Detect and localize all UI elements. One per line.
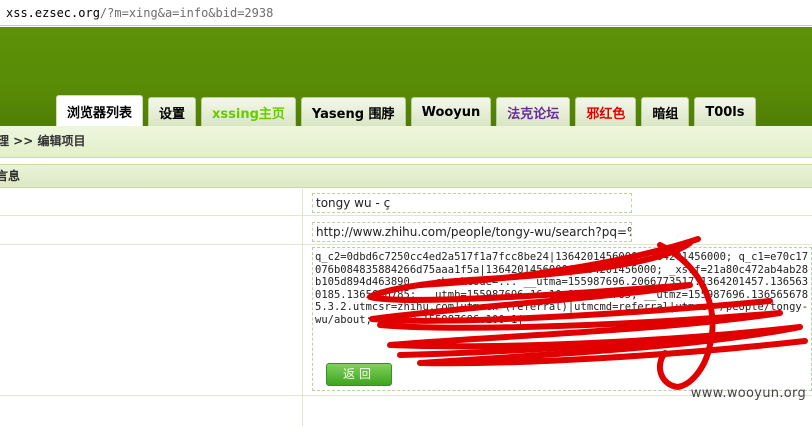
tab-5[interactable]: 法克论坛 bbox=[496, 97, 571, 126]
url-field[interactable]: http://www.zhihu.com/people/tongy-wu/sea… bbox=[312, 222, 632, 242]
label-cell bbox=[0, 187, 303, 215]
section-header: 言息 bbox=[0, 164, 812, 188]
tab-6[interactable]: 邪红色 bbox=[575, 97, 637, 126]
address-host: xss.ezsec.org bbox=[6, 6, 100, 20]
back-button[interactable]: 返回 bbox=[326, 363, 392, 386]
tab-1[interactable]: 设置 bbox=[148, 97, 197, 126]
breadcrumb-text: 理 >> 编辑项目 bbox=[0, 134, 86, 148]
address-bar[interactable]: xss.ezsec.org/?m=xing&a=info&bid=2938 bbox=[0, 0, 812, 26]
tab-3[interactable]: Yaseng 围脖 bbox=[300, 97, 406, 126]
address-path: /?m=xing&a=info&bid=2938 bbox=[99, 6, 274, 20]
watermark: www.wooyun.org bbox=[690, 386, 806, 401]
nav-tabs: 浏览器列表 设置 xssing主页 Yaseng 围脖 Wooyun 法克论坛 邪红色 暗组 T… bbox=[56, 95, 756, 126]
tab-7[interactable]: 暗组 bbox=[641, 97, 690, 126]
breadcrumb: 理 >> 编辑项目 bbox=[0, 126, 812, 158]
label-cell bbox=[0, 396, 303, 426]
label-cell bbox=[0, 216, 303, 244]
label-cell bbox=[0, 245, 303, 395]
title-field[interactable]: tongy wu - ç bbox=[312, 193, 632, 213]
tab-8[interactable]: T00ls bbox=[694, 97, 756, 126]
tab-4[interactable]: Wooyun bbox=[410, 97, 492, 126]
section-title: 言息 bbox=[0, 169, 21, 183]
tab-2[interactable]: xssing主页 bbox=[201, 97, 296, 126]
tab-0[interactable]: 浏览器列表 bbox=[56, 95, 144, 126]
